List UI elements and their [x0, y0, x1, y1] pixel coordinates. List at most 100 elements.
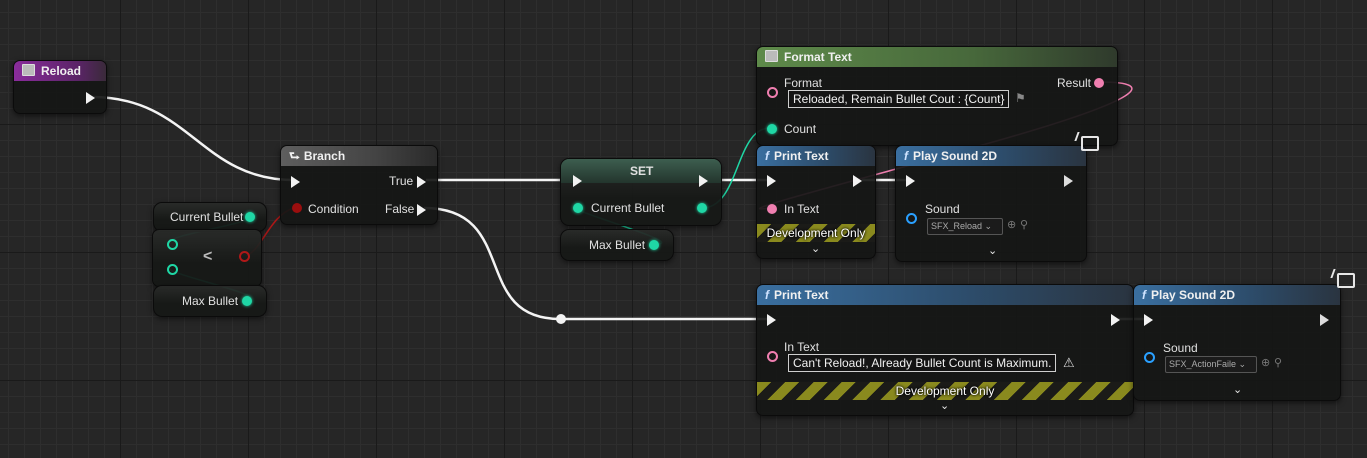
client-only-icon-2 — [1337, 273, 1355, 288]
set-exec-in-pin[interactable] — [573, 175, 582, 187]
max-bullet-2-label: Max Bullet — [589, 238, 646, 252]
set-exec-out-pin[interactable] — [699, 175, 708, 187]
branch-false-pin[interactable] — [417, 204, 426, 216]
branch-true-label: True — [389, 174, 414, 188]
play-sound-2-sound-value: SFX_ActionFaile — [1169, 359, 1237, 369]
print-text-2-in-text-pin[interactable] — [767, 351, 778, 362]
print-text-1-chevron-down-icon[interactable]: ⌄ — [811, 242, 820, 255]
play-sound-1-exec-in[interactable] — [906, 175, 915, 187]
less-than-node[interactable]: < — [152, 229, 262, 287]
branch-icon: ⮑ — [289, 149, 300, 163]
play-sound-1-title: Play Sound 2D — [913, 149, 998, 163]
play-sound-2-sound-pin[interactable] — [1144, 352, 1155, 363]
browse-icon-2[interactable]: ⚲ — [1274, 356, 1282, 369]
play-sound-2-exec-out[interactable] — [1320, 314, 1329, 326]
current-bullet-getter[interactable]: Current Bullet — [153, 202, 267, 232]
flag-icon[interactable]: ⚑ — [1015, 91, 1026, 105]
set-title: SET — [630, 164, 654, 178]
print-text-2-node[interactable]: f Print Text In Text Can't Reload!, Alrea… — [756, 284, 1134, 416]
play-sound-1-sound-pin[interactable] — [906, 213, 917, 224]
exec-wire-false-reroute — [423, 206, 561, 321]
use-selected-icon[interactable]: ⊕ — [1007, 218, 1016, 231]
max-bullet-getter-2[interactable]: Max Bullet — [560, 229, 674, 261]
result-out-pin[interactable] — [1094, 78, 1104, 88]
max-bullet-2-out-pin[interactable] — [649, 240, 659, 250]
format-text-title: Format Text — [784, 50, 852, 64]
reroute-node — [556, 314, 566, 324]
play-sound-2-sound-select[interactable]: SFX_ActionFaile ⌄ — [1165, 356, 1257, 373]
print-text-1-dev-only: Development Only — [757, 224, 875, 242]
less-than-a-pin[interactable] — [167, 239, 178, 250]
play-sound-2-exec-in[interactable] — [1144, 314, 1153, 326]
print-text-2-exec-out[interactable] — [1111, 314, 1120, 326]
warning-icon: ⚠ — [1063, 355, 1075, 370]
current-bullet-label: Current Bullet — [170, 210, 244, 224]
function-icon: f — [904, 149, 908, 163]
play-sound-1-exec-out[interactable] — [1064, 175, 1073, 187]
play-sound-2-title: Play Sound 2D — [1151, 288, 1236, 302]
print-text-1-node[interactable]: f Print Text In Text Development Only ⌄ — [756, 145, 876, 259]
exec-wire-reload-branch — [91, 95, 295, 182]
play-sound-2-sound-label: Sound — [1163, 341, 1198, 355]
reload-event-title: Reload — [41, 64, 82, 78]
branch-exec-in-pin[interactable] — [291, 176, 300, 188]
play-sound-1-sound-select[interactable]: SFX_Reload ⌄ — [927, 218, 1003, 235]
print-text-1-exec-out[interactable] — [853, 175, 862, 187]
client-only-icon — [1081, 136, 1099, 151]
current-bullet-out-pin[interactable] — [245, 212, 255, 222]
less-than-out-pin[interactable] — [239, 251, 250, 262]
max-bullet-label: Max Bullet — [182, 294, 239, 308]
print-text-1-in-text-pin[interactable] — [767, 204, 777, 214]
branch-condition-pin[interactable] — [292, 203, 302, 213]
branch-condition-label: Condition — [308, 202, 359, 216]
print-text-2-exec-in[interactable] — [767, 314, 776, 326]
set-current-bullet-in-pin[interactable] — [573, 203, 583, 213]
format-text-input[interactable]: Reloaded, Remain Bullet Cout : {Count} — [788, 90, 1010, 108]
format-text-node[interactable]: Format Text Format Reloaded, Remain Bull… — [756, 46, 1118, 146]
play-sound-1-node[interactable]: f Play Sound 2D Sound SFX_Reload ⌄ ⊕ ⚲ ⌄ — [895, 145, 1087, 262]
print-text-2-chevron-down-icon[interactable]: ⌄ — [940, 399, 949, 412]
print-text-2-title: Print Text — [774, 288, 829, 302]
reload-event-node[interactable]: Reload — [13, 60, 107, 114]
play-sound-2-node[interactable]: f Play Sound 2D Sound SFX_ActionFaile ⌄ ⊕… — [1133, 284, 1341, 401]
play-sound-1-chevron-down-icon[interactable]: ⌄ — [988, 244, 997, 257]
reload-event-header: Reload — [14, 61, 106, 81]
print-text-1-title: Print Text — [774, 149, 829, 163]
max-bullet-out-pin[interactable] — [242, 296, 252, 306]
result-label: Result — [1057, 76, 1092, 90]
function-icon: f — [765, 149, 769, 163]
print-text-1-in-text-label: In Text — [784, 202, 820, 216]
play-sound-1-header: f Play Sound 2D — [896, 146, 1086, 166]
print-text-1-exec-in[interactable] — [767, 175, 776, 187]
format-label: Format — [784, 76, 823, 90]
play-sound-2-header: f Play Sound 2D — [1134, 285, 1340, 305]
print-text-2-header: f Print Text — [757, 285, 1133, 305]
play-sound-2-chevron-down-icon[interactable]: ⌄ — [1233, 383, 1242, 396]
set-node[interactable]: SET Current Bullet — [560, 158, 722, 226]
branch-node[interactable]: ⮑ Branch Condition True False — [280, 145, 438, 225]
format-in-pin[interactable] — [767, 87, 778, 98]
count-in-pin[interactable] — [767, 124, 777, 134]
branch-title: Branch — [303, 149, 346, 163]
set-current-bullet-label: Current Bullet — [591, 201, 665, 215]
branch-true-pin[interactable] — [417, 176, 426, 188]
play-sound-1-sound-label: Sound — [925, 202, 960, 216]
max-bullet-getter[interactable]: Max Bullet — [153, 285, 267, 317]
event-icon — [22, 64, 35, 76]
print-text-2-in-text-input[interactable]: Can't Reload!, Already Bullet Count is M… — [788, 354, 1057, 372]
branch-header: ⮑ Branch — [281, 146, 437, 166]
less-than-b-pin[interactable] — [167, 264, 178, 275]
count-label: Count — [784, 122, 817, 136]
use-selected-icon-2[interactable]: ⊕ — [1261, 356, 1270, 369]
browse-icon[interactable]: ⚲ — [1020, 218, 1028, 231]
format-text-header: Format Text — [757, 47, 1117, 67]
play-sound-1-sound-value: SFX_Reload — [931, 221, 983, 231]
format-text-icon — [765, 50, 778, 62]
reload-exec-out-pin[interactable] — [86, 92, 95, 104]
less-than-symbol: < — [203, 248, 213, 265]
print-text-2-in-text-label: In Text — [784, 340, 820, 354]
function-icon: f — [1142, 288, 1146, 302]
set-current-bullet-out-pin[interactable] — [697, 203, 707, 213]
print-text-2-dev-only: Development Only — [757, 382, 1133, 400]
function-icon: f — [765, 288, 769, 302]
